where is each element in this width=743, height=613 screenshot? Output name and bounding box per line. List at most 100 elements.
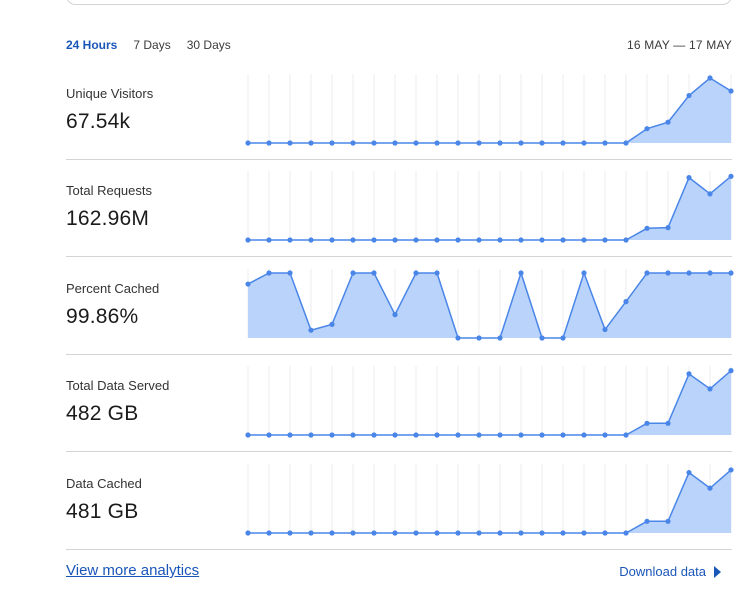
series-area bbox=[248, 176, 731, 240]
data-point bbox=[350, 530, 356, 536]
data-point bbox=[413, 432, 419, 438]
data-point bbox=[665, 518, 671, 524]
data-point bbox=[602, 432, 608, 438]
data-point bbox=[644, 225, 650, 231]
data-point bbox=[245, 530, 251, 536]
data-point bbox=[497, 140, 503, 146]
data-point bbox=[623, 530, 629, 536]
data-point bbox=[371, 270, 377, 276]
data-point bbox=[413, 270, 419, 276]
sparkline-total-requests bbox=[245, 171, 734, 243]
data-point bbox=[623, 140, 629, 146]
sparkline-percent-cached bbox=[245, 269, 734, 341]
metric-value: 67.54k bbox=[66, 110, 131, 133]
sparkline-data-cached bbox=[245, 464, 734, 536]
data-point bbox=[728, 270, 734, 276]
data-point bbox=[518, 270, 524, 276]
data-point bbox=[644, 420, 650, 426]
data-point bbox=[329, 237, 335, 243]
metric-row-percent-cached: Percent Cached 99.86% bbox=[66, 257, 734, 355]
data-point bbox=[329, 321, 335, 327]
data-point bbox=[245, 140, 251, 146]
data-point bbox=[329, 530, 335, 536]
data-point bbox=[560, 432, 566, 438]
data-point bbox=[266, 140, 272, 146]
data-point bbox=[329, 140, 335, 146]
metric-row-total-data-served: Total Data Served 482 GB bbox=[66, 354, 734, 452]
data-point bbox=[602, 237, 608, 243]
data-point bbox=[371, 530, 377, 536]
data-point bbox=[539, 335, 545, 341]
tab-24-hours[interactable]: 24 Hours bbox=[66, 38, 117, 52]
data-point bbox=[434, 432, 440, 438]
data-point bbox=[308, 237, 314, 243]
data-point bbox=[665, 420, 671, 426]
date-range: 16 MAY — 17 MAY bbox=[626, 38, 732, 52]
time-range-tabs: 24 Hours 7 Days 30 Days bbox=[66, 38, 231, 52]
data-point bbox=[623, 237, 629, 243]
data-point bbox=[686, 270, 692, 276]
data-point bbox=[308, 530, 314, 536]
metric-label: Unique Visitors bbox=[66, 86, 154, 101]
data-point bbox=[728, 467, 734, 473]
data-point bbox=[497, 432, 503, 438]
view-more-analytics-link[interactable]: View more analytics bbox=[66, 562, 199, 579]
data-point bbox=[560, 335, 566, 341]
metric-row-data-cached: Data Cached 481 GB bbox=[66, 452, 734, 550]
data-point bbox=[686, 371, 692, 377]
data-point bbox=[518, 140, 524, 146]
data-point bbox=[539, 432, 545, 438]
download-data-button[interactable]: Download data bbox=[619, 564, 721, 579]
metric-label: Total Requests bbox=[66, 183, 152, 198]
data-point bbox=[686, 92, 692, 99]
tab-7-days[interactable]: 7 Days bbox=[133, 38, 170, 52]
data-point bbox=[392, 312, 398, 318]
data-point bbox=[413, 530, 419, 536]
data-point bbox=[287, 432, 293, 438]
data-point bbox=[413, 237, 419, 243]
series-area bbox=[248, 469, 731, 533]
metric-label: Percent Cached bbox=[66, 281, 160, 296]
data-point bbox=[455, 530, 461, 536]
series-area bbox=[248, 78, 731, 143]
data-point bbox=[707, 75, 713, 81]
data-point bbox=[413, 140, 419, 146]
data-point bbox=[266, 432, 272, 438]
data-point bbox=[434, 140, 440, 146]
data-point bbox=[497, 530, 503, 536]
data-point bbox=[287, 270, 293, 276]
data-point bbox=[728, 368, 734, 374]
metric-row-total-requests: Total Requests 162.96M bbox=[66, 159, 734, 257]
data-point bbox=[455, 237, 461, 243]
metric-value: 162.96M bbox=[66, 207, 150, 230]
data-point bbox=[539, 237, 545, 243]
data-point bbox=[518, 530, 524, 536]
tab-30-days[interactable]: 30 Days bbox=[187, 38, 231, 52]
data-point bbox=[707, 270, 713, 276]
download-data-label: Download data bbox=[619, 564, 706, 579]
data-point bbox=[581, 140, 587, 146]
data-point bbox=[581, 432, 587, 438]
caret-right-icon bbox=[714, 565, 721, 578]
data-point bbox=[455, 432, 461, 438]
data-point bbox=[287, 530, 293, 536]
data-point bbox=[665, 270, 671, 276]
data-point bbox=[308, 327, 314, 333]
data-point bbox=[308, 432, 314, 438]
data-point bbox=[476, 140, 482, 146]
data-point bbox=[623, 299, 629, 305]
data-point bbox=[665, 225, 671, 231]
data-point bbox=[518, 432, 524, 438]
data-point bbox=[392, 530, 398, 536]
data-point bbox=[581, 530, 587, 536]
data-point bbox=[350, 270, 356, 276]
data-point bbox=[371, 432, 377, 438]
metric-row-unique-visitors: Unique Visitors 67.54k bbox=[66, 62, 734, 160]
data-point bbox=[245, 237, 251, 243]
metric-value: 99.86% bbox=[66, 305, 139, 328]
data-point bbox=[518, 237, 524, 243]
data-point bbox=[287, 237, 293, 243]
data-point bbox=[350, 432, 356, 438]
data-point bbox=[371, 140, 377, 146]
data-point bbox=[497, 237, 503, 243]
